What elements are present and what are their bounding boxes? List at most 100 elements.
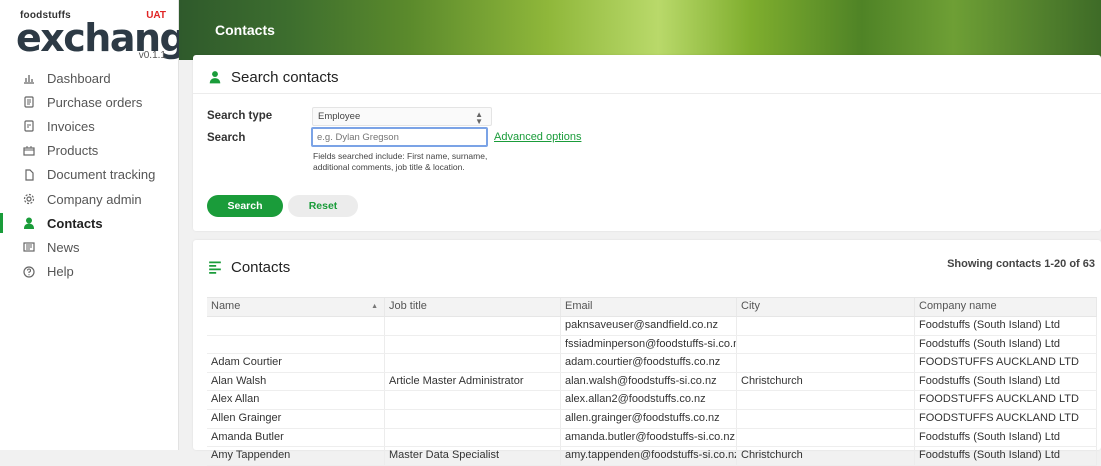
contacts-panel: Contacts Showing contacts 1-20 of 63 Nam…	[193, 240, 1101, 466]
table-cell	[385, 409, 561, 428]
table-row[interactable]: Alex Allan alex.allan2@foodstuffs.co.nz FO…	[207, 391, 1097, 410]
app-logo[interactable]: foodstuffs UAT exchange v0.1.1	[14, 6, 211, 61]
table-cell: amanda.butler@foodstuffs-si.co.nz	[561, 428, 737, 447]
table-cell	[385, 428, 561, 447]
sort-asc-icon: ▲	[371, 303, 378, 310]
table-cell: adam.courtier@foodstuffs.co.nz	[561, 354, 737, 372]
sidebar-item-label: Invoices	[47, 118, 95, 134]
sidebar-item-label: Products	[47, 143, 99, 159]
table-cell: Article Master Administrator	[385, 372, 561, 391]
sidebar-item-contacts[interactable]: Contacts	[0, 211, 178, 235]
sidebar-item-products[interactable]: Products	[0, 139, 178, 163]
table-cell: FOODSTUFFS AUCKLAND LTD	[915, 391, 1097, 409]
news-icon	[22, 240, 36, 254]
gear-icon	[22, 192, 36, 206]
table-cell: FOODSTUFFS AUCKLAND LTD	[915, 409, 1097, 428]
page-header: Contacts	[179, 0, 1101, 60]
table-row[interactable]: Adam Courtier adam.courtier@foodstuffs.co…	[207, 354, 1097, 373]
sidebar: foodstuffs UAT exchange v0.1.1 Dashboard…	[0, 0, 211, 450]
sidebar-nav: Dashboard Purchase orders Invoices Produ…	[0, 66, 178, 284]
table-cell: Christchurch	[737, 372, 915, 391]
version-label: v0.1.1	[138, 50, 166, 61]
table-cell	[737, 409, 915, 428]
table-cell: Foodstuffs (South Island) Ltd	[915, 372, 1097, 391]
sidebar-item-label: Document tracking	[47, 167, 156, 183]
table-cell: Allen Grainger	[207, 409, 385, 428]
search-panel-title: Search contacts	[208, 69, 339, 86]
table-cell	[385, 335, 561, 354]
list-icon	[208, 260, 223, 275]
column-header-name[interactable]: Name ▲	[207, 298, 385, 316]
search-contacts-panel: Search contacts Search type Employee ▲ ▼ …	[193, 55, 1101, 231]
table-cell: Foodstuffs (South Island) Ltd	[915, 317, 1097, 335]
table-cell: Adam Courtier	[207, 354, 385, 372]
pagination-summary: Showing contacts 1-20 of 63	[947, 258, 1095, 270]
search-label: Search	[207, 132, 246, 144]
reset-button[interactable]: Reset	[288, 195, 358, 217]
chart-icon	[22, 71, 36, 85]
table-cell: paknsaveuser@sandfield.co.nz	[561, 317, 737, 335]
table-cell	[385, 354, 561, 372]
table-cell: alan.walsh@foodstuffs-si.co.nz	[561, 372, 737, 391]
search-type-label: Search type	[207, 110, 273, 122]
table-cell: allen.grainger@foodstuffs.co.nz	[561, 409, 737, 428]
table-cell: Foodstuffs (South Island) Ltd	[915, 335, 1097, 354]
search-panel-title-text: Search contacts	[231, 69, 339, 86]
table-body: paknsaveuser@sandfield.co.nz Foodstuffs (…	[207, 317, 1097, 466]
table-cell	[737, 428, 915, 447]
table-cell: Foodstuffs (South Island) Ltd	[915, 428, 1097, 447]
table-cell	[737, 391, 915, 409]
sidebar-item-label: Dashboard	[47, 70, 111, 86]
search-type-select[interactable]: Employee ▲ ▼	[312, 107, 492, 126]
table-row[interactable]: Alan Walsh Article Master Administrator al…	[207, 372, 1097, 392]
search-button[interactable]: Search	[207, 195, 283, 217]
table-cell: alex.allan2@foodstuffs.co.nz	[561, 391, 737, 409]
sidebar-item-company-admin[interactable]: Company admin	[0, 187, 178, 211]
sidebar-item-label: Help	[47, 264, 74, 280]
table-row[interactable]: fssiadminperson@foodstuffs-si.co.nz Foods…	[207, 335, 1097, 355]
table-cell: Alex Allan	[207, 391, 385, 409]
table-cell: Alan Walsh	[207, 372, 385, 391]
document-icon	[22, 95, 36, 109]
table-cell	[207, 317, 385, 335]
sidebar-item-news[interactable]: News	[0, 235, 178, 259]
sidebar-item-dashboard[interactable]: Dashboard	[0, 66, 178, 90]
sidebar-item-label: Company admin	[47, 191, 142, 207]
table-cell	[737, 317, 915, 335]
contacts-panel-title: Contacts	[208, 259, 290, 276]
column-header-email[interactable]: Email	[561, 298, 737, 316]
sidebar-item-help[interactable]: Help	[0, 260, 178, 284]
sidebar-item-label: Contacts	[47, 215, 103, 231]
table-header: Name ▲ Job title Email City Company name	[207, 297, 1097, 317]
help-icon	[22, 265, 36, 279]
advanced-options-link[interactable]: Advanced options	[494, 131, 581, 143]
column-header-job-title[interactable]: Job title	[385, 298, 561, 316]
contacts-panel-title-text: Contacts	[231, 259, 291, 276]
table-cell	[737, 335, 915, 354]
invoice-icon	[22, 119, 36, 133]
sidebar-item-purchase-orders[interactable]: Purchase orders	[0, 90, 178, 114]
products-icon	[22, 144, 36, 158]
select-arrows-icon: ▲ ▼	[475, 110, 483, 126]
search-hint: Fields searched include: First name, sur…	[313, 151, 488, 172]
column-header-city[interactable]: City	[737, 298, 915, 316]
column-header-company-name[interactable]: Company name	[915, 298, 1097, 316]
person-icon	[22, 216, 36, 230]
table-row[interactable]: paknsaveuser@sandfield.co.nz Foodstuffs (…	[207, 317, 1097, 336]
search-input[interactable]	[311, 127, 488, 147]
page-title: Contacts	[215, 22, 275, 38]
sidebar-item-invoices[interactable]: Invoices	[0, 114, 178, 138]
table-cell	[385, 317, 561, 335]
table-row[interactable]: Allen Grainger allen.grainger@foodstuffs.…	[207, 409, 1097, 429]
person-icon	[208, 70, 223, 85]
sidebar-item-label: Purchase orders	[47, 94, 143, 110]
sidebar-item-document-tracking[interactable]: Document tracking	[0, 163, 178, 187]
table-cell: fssiadminperson@foodstuffs-si.co.nz	[561, 335, 737, 354]
contacts-table: Name ▲ Job title Email City Company name …	[207, 297, 1097, 466]
search-type-value: Employee	[318, 111, 361, 122]
table-cell	[737, 354, 915, 372]
sidebar-item-label: News	[47, 239, 80, 255]
file-icon	[22, 168, 36, 182]
table-row[interactable]: Amanda Butler amanda.butler@foodstuffs-si…	[207, 428, 1097, 448]
table-cell	[385, 391, 561, 409]
